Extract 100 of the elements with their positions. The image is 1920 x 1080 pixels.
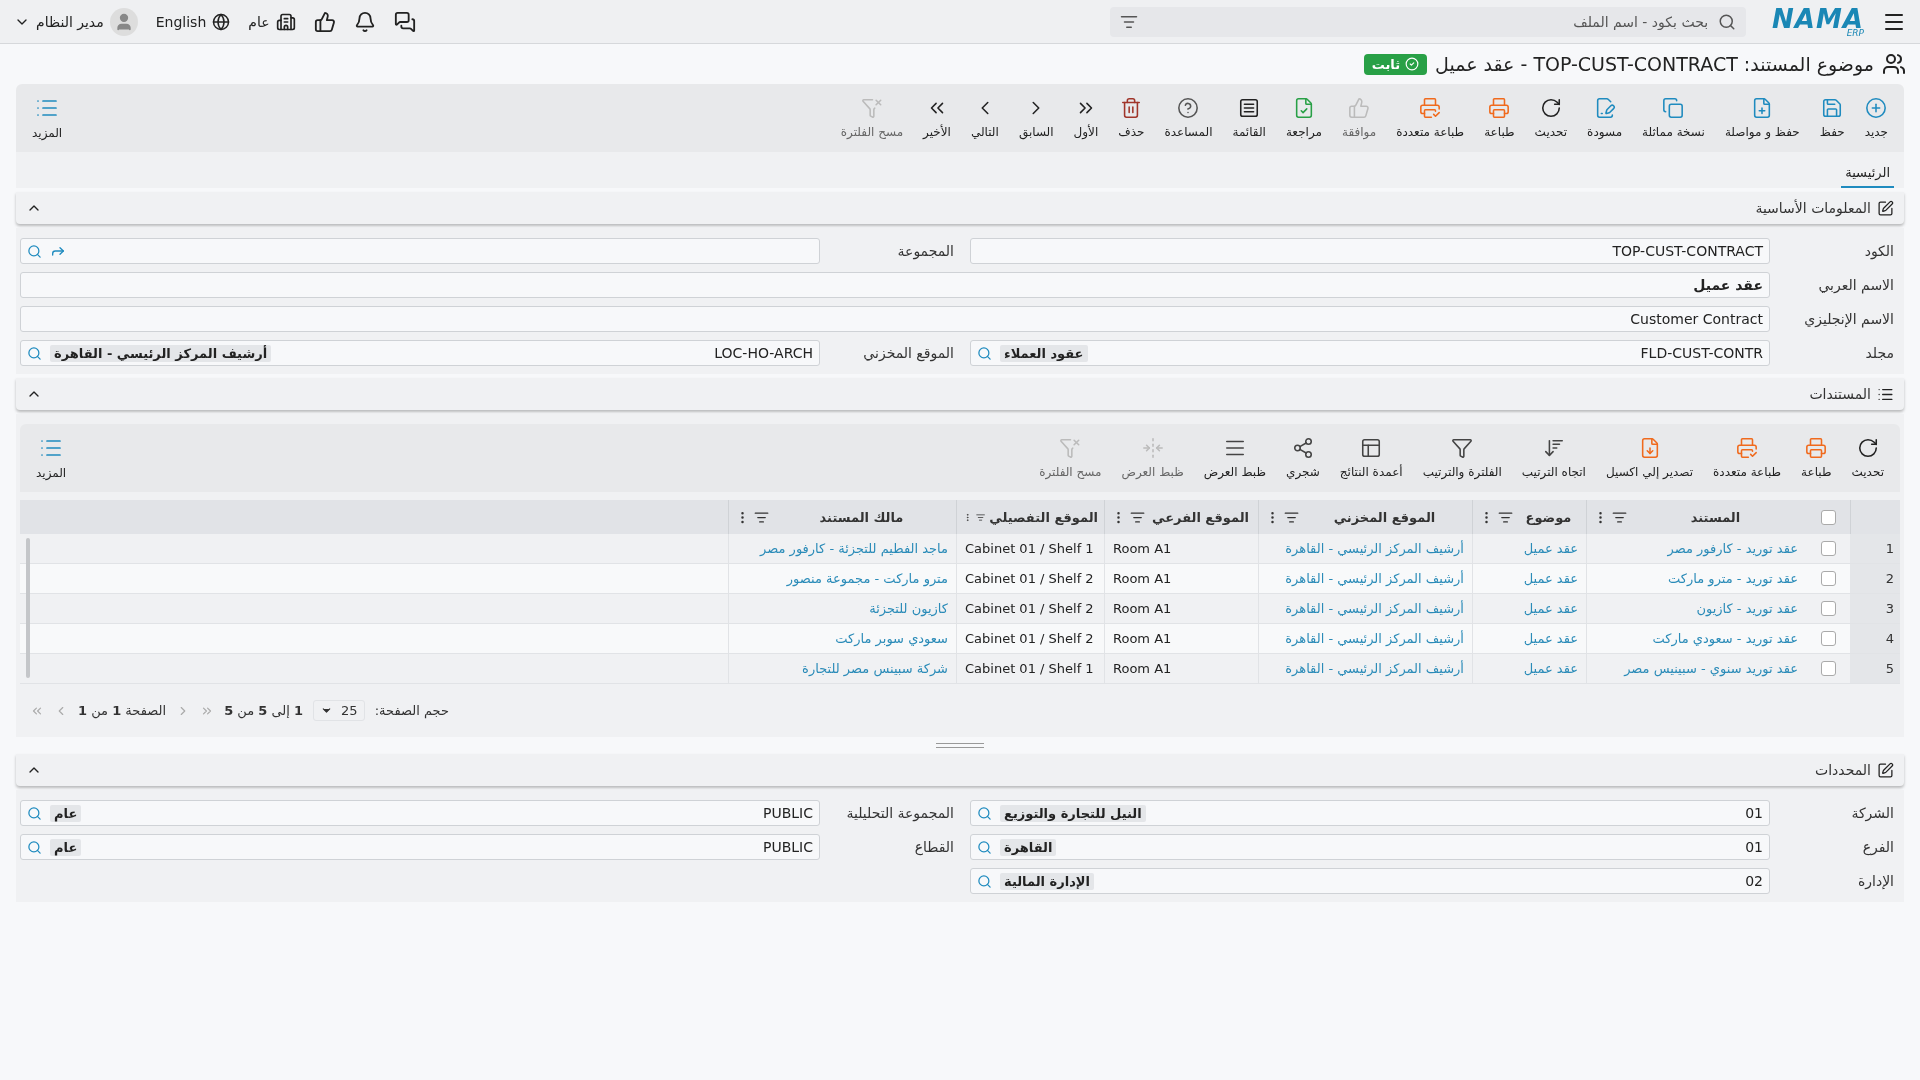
search-icon[interactable] [27,243,42,259]
toolbar-button[interactable]: القائمة [1224,93,1274,143]
search-input[interactable]: بحث بكود - اسم الملف [1146,12,1711,31]
filter-icon[interactable] [1130,509,1145,525]
text-field[interactable]: عقد عميل [20,272,1770,298]
field-label: الفرع [1861,839,1895,855]
filter-icon [1451,437,1474,459]
search-icon[interactable] [27,839,42,855]
toolbar-button[interactable]: الفلترة والترتيب [1414,433,1510,483]
toolbar-button[interactable]: شجري [1278,433,1328,483]
toolbar-button[interactable]: اتجاه الترتيب [1513,433,1594,483]
checkbox[interactable] [1820,631,1836,646]
toolbar-button[interactable]: حفظ [1811,93,1853,143]
search-icon[interactable] [27,345,42,361]
checkbox[interactable] [1820,571,1836,586]
toolbar-button[interactable]: الأخير [915,93,959,143]
toolbar-button[interactable]: ظبط العرض [1195,433,1274,483]
toolbar-button[interactable]: مسودة [1579,93,1631,143]
link-cell[interactable]: عقد عميل [1472,534,1586,563]
column-header[interactable]: الموقع المخزني [1303,509,1466,525]
toolbar-button[interactable]: تحديث [1843,433,1892,483]
column-header[interactable]: مالك المستند [773,509,950,525]
toolbar-button[interactable]: تصدير إلي اكسيل [1597,433,1702,483]
scrollbar[interactable] [26,538,30,678]
link-cell[interactable]: أرشيف المركز الرئيسي - القاهرة [1258,564,1472,593]
edit-icon [1877,199,1894,217]
checkbox[interactable] [1820,509,1836,525]
column-header[interactable]: الموقع التفصيلي [989,509,1098,525]
search-icon[interactable] [977,839,992,855]
filter-icon[interactable] [754,509,769,525]
filter-clear-icon [860,97,883,119]
column-header[interactable]: الموقع الفرعي [1149,509,1252,525]
link-cell[interactable]: عقد عميل [1472,654,1586,683]
company-button[interactable]: عام [248,11,296,32]
edit-icon [1877,761,1894,779]
table-cell: Room A1 [1104,564,1258,593]
toolbar-button[interactable]: تحديث [1526,93,1576,143]
more-button[interactable]: المزيد [24,92,71,144]
page-size-select[interactable]: 25 [313,700,365,721]
lookup-field[interactable] [20,238,820,264]
column-header[interactable]: المستند [1631,509,1800,525]
avatar-icon [109,7,138,36]
tab[interactable]: الرئيسية [1841,159,1894,188]
list-icon [1238,97,1261,119]
search-icon[interactable] [27,805,42,821]
checkbox[interactable] [1820,541,1836,556]
users-icon [1882,52,1906,76]
toolbar-button[interactable]: الأول [1065,93,1107,143]
more-button[interactable]: المزيد [28,432,75,484]
resize-handle[interactable] [936,743,984,748]
toolbar-button[interactable]: مراجعة [1277,93,1330,143]
search-field[interactable]: بحث بكود - اسم الملف [1110,6,1747,37]
toolbar-button[interactable]: التالي [962,93,1007,143]
link-cell[interactable]: سعودي سوبر ماركت [728,624,956,653]
section-title: المستندات [1809,386,1871,402]
link-cell[interactable]: عقد توريد - مترو ماركت [1586,564,1806,593]
filter-icon[interactable] [1498,509,1513,525]
printer-icon [1736,437,1759,459]
checkbox[interactable] [1820,601,1836,616]
field-label: الاسم العربي [1817,277,1895,293]
toolbar-button[interactable]: حفظ و مواصلة [1716,93,1808,143]
link-cell[interactable]: عقد توريد - سعودي ماركت [1586,624,1806,653]
toolbar-button[interactable]: المساعدة [1156,93,1221,143]
search-icon[interactable] [977,805,992,821]
row-number: 4 [1850,624,1900,653]
link-cell[interactable]: عقد عميل [1472,564,1586,593]
search-icon[interactable] [977,873,992,889]
column-header[interactable]: موضوع [1517,509,1580,525]
search-icon[interactable] [977,345,992,361]
thumbs-up-icon[interactable] [313,10,336,33]
link-cell[interactable]: أرشيف المركز الرئيسي - القاهرة [1258,624,1472,653]
page-size-label: حجم الصفحة: [374,703,450,718]
toolbar-button[interactable]: طباعة [1793,433,1840,483]
user-menu[interactable]: مدير النظام [14,7,138,36]
filter-icon[interactable] [1612,509,1627,525]
toolbar-button[interactable]: نسخة مماثلة [1634,93,1713,143]
toolbar-button[interactable]: طباعة متعددة [1705,433,1790,483]
text-field[interactable]: TOP-CUST-CONTRACT [970,238,1770,264]
check-icon [1405,57,1420,71]
toolbar-button[interactable]: السابق [1010,93,1062,143]
link-cell[interactable]: عقد عميل [1472,594,1586,623]
toolbar-button[interactable]: طباعة [1476,93,1523,143]
toolbar-button[interactable]: حذف [1110,93,1153,143]
link-cell[interactable]: عقد عميل [1472,624,1586,653]
text-field[interactable]: Customer Contract [20,306,1770,332]
save-icon [1821,97,1844,119]
language-button[interactable]: English [155,12,231,31]
link-cell[interactable]: مترو ماركت - مجموعة منصور [728,564,956,593]
filter-icon[interactable] [1284,509,1299,525]
toolbar-button[interactable]: طباعة متعددة [1388,93,1473,143]
fold-icon [1141,437,1164,459]
toolbar-button[interactable]: أعمدة النتائج [1331,433,1411,483]
chat-icon[interactable] [393,10,416,33]
checkbox[interactable] [1820,661,1836,676]
row-number: 1 [1850,534,1900,563]
columns-icon [1360,437,1383,459]
bell-icon[interactable] [353,10,376,33]
row-number: 3 [1850,594,1900,623]
toolbar-button[interactable]: جديد [1856,93,1896,143]
table-cell: Cabinet 01 / Shelf 2 [956,624,1104,653]
